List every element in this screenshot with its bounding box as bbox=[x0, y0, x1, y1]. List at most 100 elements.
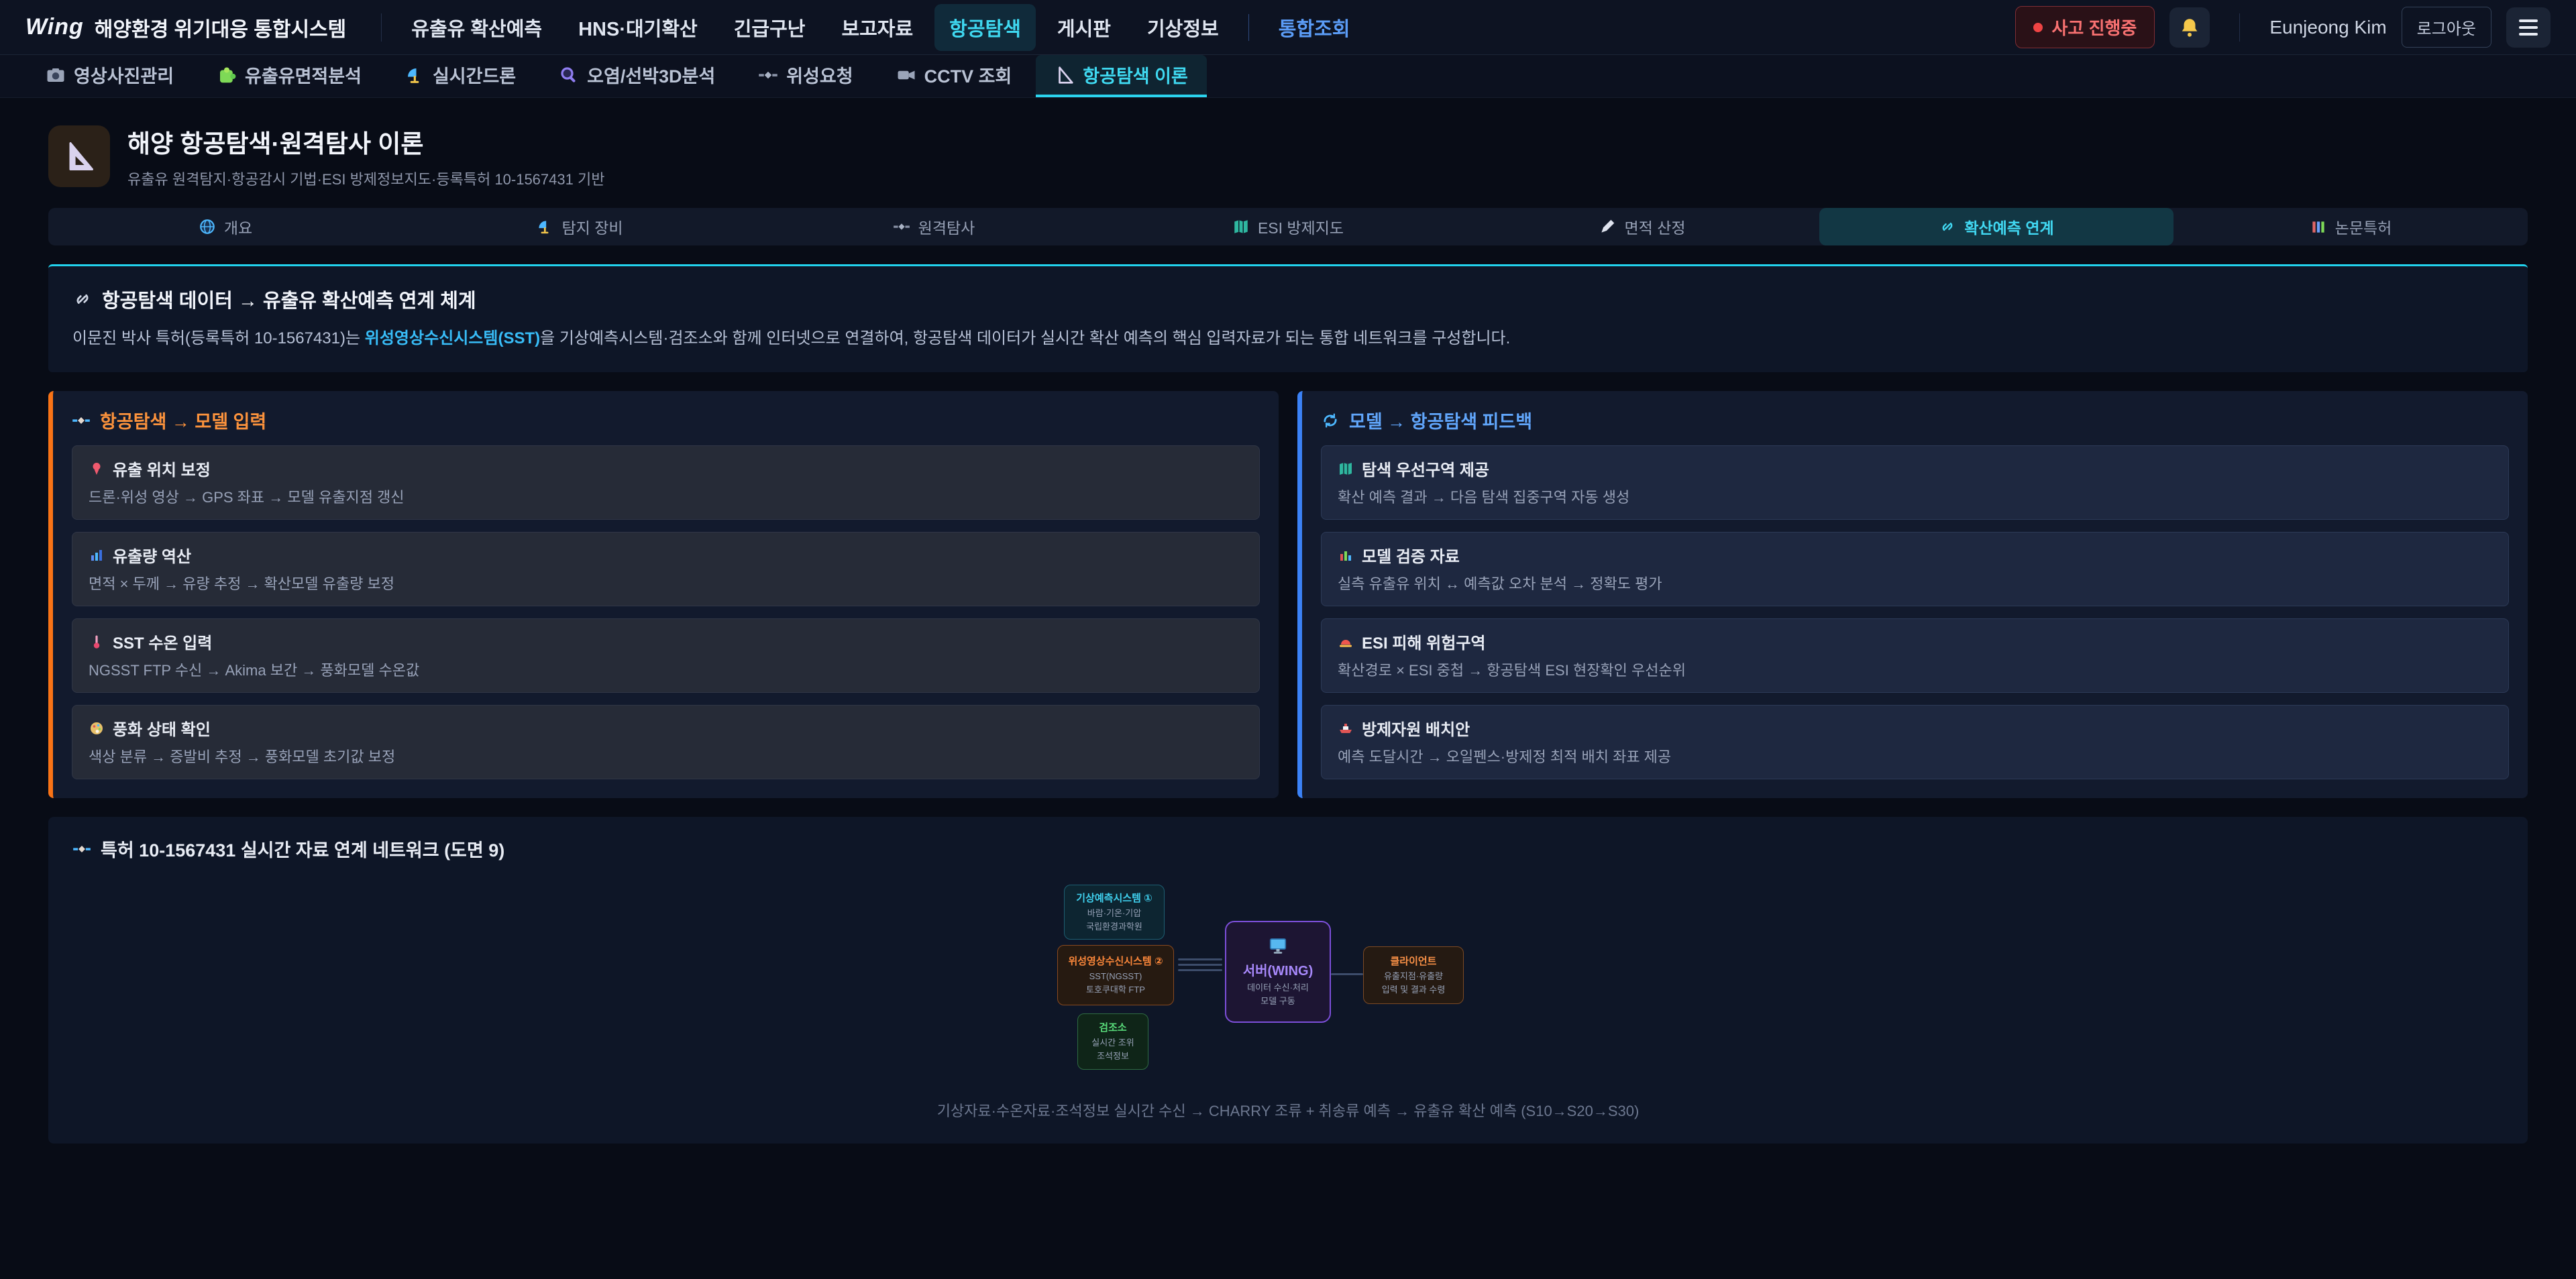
card-spill-volume-inversion: 유출량 역산 면적 × 두께 → 유량 추정 → 확산모델 유출량 보정 bbox=[72, 532, 1260, 606]
linkage-panel-title-row: 항공탐색 데이터 → 유출유 확산예측 연계 체계 bbox=[72, 285, 2504, 313]
link-icon bbox=[1939, 218, 1956, 235]
linkage-panel-description: 이문진 박사 특허(등록특허 10-1567431)는 위성영상수신시스템(SS… bbox=[72, 327, 2504, 351]
patent-network-title-row: 특허 10-1567431 실시간 자료 연계 네트워크 (도면 9) bbox=[72, 836, 2504, 862]
menu-item-aerial-search[interactable]: 항공탐색 bbox=[934, 4, 1036, 51]
tab-diffusion-prediction-link[interactable]: 확산예측 연계 bbox=[1819, 208, 2174, 245]
model-feedback-panel-title: 모델 → 항공탐색 피드백 bbox=[1349, 407, 1532, 433]
divider bbox=[1248, 14, 1249, 41]
node-client: 클라이언트 유출지점·유출량 입력 및 결과 수령 bbox=[1363, 946, 1464, 1004]
satellite-dish-icon bbox=[405, 65, 425, 85]
logout-button[interactable]: 로그아웃 bbox=[2402, 7, 2491, 48]
tab-detection-equipment[interactable]: 탐지 장비 bbox=[402, 208, 757, 245]
page-header: 해양 항공탐색·원격탐사 이론 유출유 원격탐지·항공감시 기법·ESI 방제정… bbox=[48, 123, 2528, 189]
menu-item-board[interactable]: 게시판 bbox=[1042, 4, 1126, 51]
card-sst-temperature-input: SST 수온 입력 NGSST FTP 수신 → Akima 보간 → 풍화모델… bbox=[72, 618, 1260, 693]
card-spill-location-correction: 유출 위치 보정 드론·위성 영상 → GPS 좌표 → 모델 유출지점 갱신 bbox=[72, 445, 1260, 520]
page-title: 해양 항공탐색·원격탐사 이론 bbox=[127, 123, 604, 160]
satellite-icon bbox=[893, 218, 910, 235]
subnav-item-realtime-drone[interactable]: 실시간드론 bbox=[386, 55, 535, 97]
map-icon bbox=[1338, 461, 1354, 477]
main-menu: 유출유 확산예측 HNS·대기확산 긴급구난 보고자료 항공탐색 게시판 기상정… bbox=[396, 4, 2015, 51]
connector-line bbox=[1178, 969, 1222, 971]
satellite-dish-icon bbox=[536, 218, 553, 235]
tab-overview[interactable]: 개요 bbox=[48, 208, 402, 245]
subnav-item-cctv[interactable]: CCTV 조회 bbox=[877, 55, 1031, 97]
subnav-item-aerial-search-theory[interactable]: 항공탐색 이론 bbox=[1036, 55, 1207, 97]
tab-esi-map[interactable]: ESI 방제지도 bbox=[1111, 208, 1465, 245]
satellite-icon bbox=[72, 840, 91, 858]
palette-icon bbox=[89, 720, 105, 736]
main-content: 해양 항공탐색·원격탐사 이론 유출유 원격탐지·항공감시 기법·ESI 방제정… bbox=[0, 98, 2576, 1184]
linkage-overview-panel: 항공탐색 데이터 → 유출유 확산예측 연계 체계 이문진 박사 특허(등록특허… bbox=[48, 264, 2528, 372]
connector-line bbox=[1178, 958, 1222, 960]
link-icon bbox=[72, 289, 93, 309]
map-icon bbox=[1232, 218, 1250, 235]
puzzle-icon bbox=[217, 65, 237, 85]
model-input-panel-title: 항공탐색 → 모델 입력 bbox=[100, 407, 266, 433]
subnav-item-satellite-request[interactable]: 위성요청 bbox=[739, 55, 871, 97]
divider bbox=[2239, 13, 2240, 42]
node-satellite-image-receiving-system: 위성영상수신시스템 ② SST(NGSST) 토호쿠대학 FTP bbox=[1057, 945, 1174, 1005]
card-model-validation-data: 모델 검증 자료 실측 유출유 위치 ↔ 예측값 오차 분석 → 정확도 평가 bbox=[1321, 532, 2509, 606]
chart-icon bbox=[1338, 547, 1354, 563]
thermometer-icon bbox=[89, 634, 105, 650]
menu-item-oil-spill-prediction[interactable]: 유출유 확산예측 bbox=[396, 4, 557, 51]
linkage-panel-title: 항공탐색 데이터 → 유출유 확산예측 연계 체계 bbox=[102, 285, 476, 313]
globe-icon bbox=[199, 218, 216, 235]
model-feedback-panel-title-row: 모델 → 항공탐색 피드백 bbox=[1321, 407, 2509, 433]
header-actions: 사고 진행중 Eunjeong Kim 로그아웃 bbox=[2015, 6, 2551, 48]
menu-item-reports[interactable]: 보고자료 bbox=[826, 4, 928, 51]
hamburger-menu-button[interactable] bbox=[2506, 7, 2551, 48]
pencil-icon bbox=[1599, 218, 1616, 235]
user-name: Eunjeong Kim bbox=[2269, 17, 2386, 38]
menu-item-integrated-search[interactable]: 통합조회 bbox=[1264, 4, 1365, 51]
card-priority-search-zone: 탐색 우선구역 제공 확산 예측 결과 → 다음 탐색 집중구역 자동 생성 bbox=[1321, 445, 2509, 520]
section-tabs: 개요 탐지 장비 원격탐사 ESI 방제지도 면적 산정 확산예측 연계 논문특… bbox=[48, 208, 2528, 245]
bell-icon bbox=[2178, 16, 2201, 39]
tab-area-calculation[interactable]: 면적 산정 bbox=[1465, 208, 1819, 245]
set-square-icon bbox=[1055, 65, 1075, 85]
top-navigation-bar: Wing 해양환경 위기대응 통합시스템 유출유 확산예측 HNS·대기확산 긴… bbox=[0, 0, 2576, 55]
subnav-item-photo-management[interactable]: 영상사진관리 bbox=[27, 55, 193, 97]
app-logo: Wing 해양환경 위기대응 통합시스템 bbox=[25, 13, 366, 42]
app-title: 해양환경 위기대응 통합시스템 bbox=[95, 13, 346, 42]
node-wing-server: 서버(WING) 데이터 수신·처리 모델 구동 bbox=[1225, 921, 1331, 1023]
node-weather-forecast-system: 기상예측시스템 ① 바람·기온·기압 국립환경과학원 bbox=[1064, 885, 1165, 940]
tab-remote-sensing[interactable]: 원격탐사 bbox=[757, 208, 1111, 245]
wing-logo-icon: Wing bbox=[25, 14, 84, 40]
sub-navigation-bar: 영상사진관리 유출유면적분석 실시간드론 오염/선박3D분석 위성요청 CCTV… bbox=[0, 55, 2576, 98]
ship-icon bbox=[1338, 720, 1354, 736]
model-input-panel-title-row: 항공탐색 → 모델 입력 bbox=[72, 407, 1260, 433]
subnav-item-pollution-ship-3d[interactable]: 오염/선박3D분석 bbox=[540, 55, 734, 97]
patent-network-panel: 특허 10-1567431 실시간 자료 연계 네트워크 (도면 9) 기상예측… bbox=[48, 817, 2528, 1144]
page-title-text: 해양 항공탐색·원격탐사 이론 유출유 원격탐지·항공감시 기법·ESI 방제정… bbox=[127, 123, 604, 189]
connector-line bbox=[1178, 964, 1222, 966]
menu-item-weather-info[interactable]: 기상정보 bbox=[1132, 4, 1234, 51]
set-square-icon bbox=[62, 139, 97, 174]
incident-status-badge: 사고 진행중 bbox=[2015, 6, 2155, 48]
camcorder-icon bbox=[896, 65, 916, 85]
incident-status-label: 사고 진행중 bbox=[2052, 15, 2137, 40]
tab-papers-patents[interactable]: 논문특허 bbox=[2174, 208, 2528, 245]
network-caption: 기상자료·수온자료·조석정보 실시간 수신 → CHARRY 조류 + 취송류 … bbox=[72, 1099, 2504, 1121]
alarm-icon bbox=[1338, 634, 1354, 650]
notifications-button[interactable] bbox=[2169, 7, 2210, 48]
model-input-panel: 항공탐색 → 모델 입력 유출 위치 보정 드론·위성 영상 → GPS 좌표 … bbox=[48, 391, 1279, 798]
menu-item-hns-atmosphere[interactable]: HNS·대기확산 bbox=[564, 4, 712, 51]
books-icon bbox=[2310, 218, 2327, 235]
pin-icon bbox=[89, 461, 105, 477]
red-dot-icon bbox=[2033, 23, 2043, 32]
card-response-resource-deployment: 방제자원 배치안 예측 도달시간 → 오일펜스·방제정 최적 배치 좌표 제공 bbox=[1321, 705, 2509, 779]
subnav-item-oil-area-analysis[interactable]: 유출유면적분석 bbox=[198, 55, 380, 97]
divider bbox=[381, 13, 382, 42]
satellite-icon bbox=[758, 65, 778, 85]
card-weathering-state-check: 풍화 상태 확인 색상 분류 → 증발비 추정 → 풍화모델 초기값 보정 bbox=[72, 705, 1260, 779]
page-title-icon-box bbox=[48, 125, 110, 187]
menu-item-emergency-rescue[interactable]: 긴급구난 bbox=[719, 4, 820, 51]
magnifier-icon bbox=[559, 65, 579, 85]
refresh-icon bbox=[1321, 411, 1340, 430]
connector-line bbox=[1331, 973, 1363, 975]
linkage-columns: 항공탐색 → 모델 입력 유출 위치 보정 드론·위성 영상 → GPS 좌표 … bbox=[48, 391, 2528, 798]
page-subtitle: 유출유 원격탐지·항공감시 기법·ESI 방제정보지도·등록특허 10-1567… bbox=[127, 168, 604, 189]
card-esi-risk-zone: ESI 피해 위험구역 확산경로 × ESI 중첩 → 항공탐색 ESI 현장확… bbox=[1321, 618, 2509, 693]
